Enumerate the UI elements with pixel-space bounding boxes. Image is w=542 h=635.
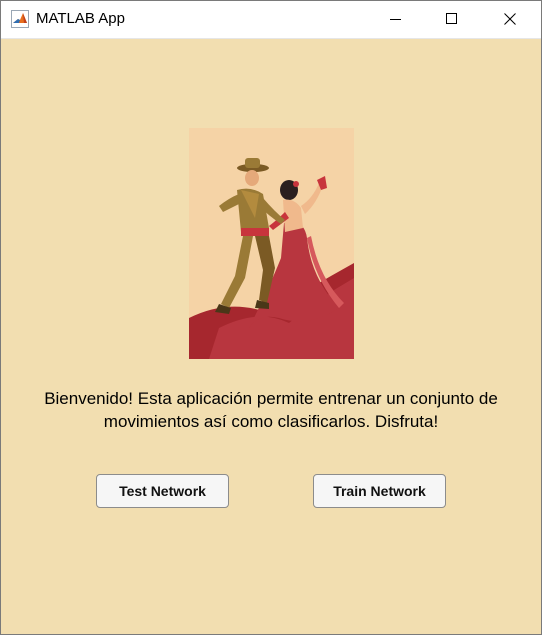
matlab-icon (11, 10, 29, 28)
maximize-icon (446, 13, 457, 24)
flamenco-dancers-illustration (189, 128, 354, 359)
app-content: Bienvenido! Esta aplicación permite entr… (1, 39, 541, 634)
title-bar[interactable]: MATLAB App (1, 1, 541, 39)
maximize-button[interactable] (429, 1, 475, 38)
window-title: MATLAB App (36, 10, 125, 27)
welcome-message: Bienvenido! Esta aplicación permite entr… (44, 389, 498, 431)
close-icon (504, 13, 516, 25)
test-network-button[interactable]: Test Network (96, 474, 229, 508)
app-window: MATLAB App Bienvenido! Esta aplicación p… (0, 0, 542, 635)
minimize-button[interactable] (373, 1, 419, 38)
minimize-icon (390, 19, 401, 20)
train-network-button[interactable]: Train Network (313, 474, 446, 508)
close-button[interactable] (487, 1, 533, 38)
